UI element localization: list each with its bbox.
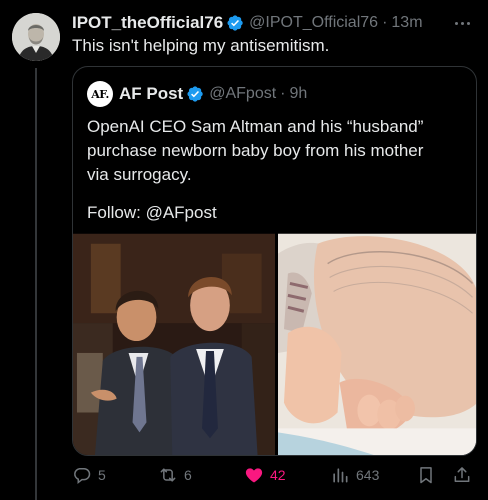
repost-icon [160,468,176,482]
quote-avatar[interactable]: AF. [87,81,113,107]
share-button[interactable] [452,462,472,488]
tweet-text: This isn't helping my antisemitism. [72,36,330,55]
quoted-tweet[interactable]: AF. AF Post @AFpost · 9h OpenAI CEO Sam … [72,66,477,456]
quote-header: AF. AF Post @AFpost · 9h [87,81,307,107]
bookmark-icon [420,467,432,484]
avatar-portrait [12,13,60,61]
tweet-header: IPOT_theOfficial76 @IPOT_Official76 · 13… [72,12,478,34]
photo-two-men[interactable] [73,233,276,456]
repost-count: 6 [184,467,192,483]
quote-author-name[interactable]: AF Post [119,84,183,104]
quote-timestamp[interactable]: 9h [290,85,308,103]
share-icon [454,467,470,482]
verified-badge-icon [227,15,243,31]
author-handle[interactable]: @IPOT_Official76 [249,14,378,32]
quote-text-line: via surrogacy. [87,165,192,184]
views-icon [333,468,348,483]
verified-badge-icon [187,86,203,102]
timestamp[interactable]: 13m [391,14,422,32]
reply-button[interactable]: 5 [72,462,106,488]
like-button[interactable]: 42 [244,462,286,488]
photo-newborn-baby[interactable] [278,233,477,456]
quote-text-line: OpenAI CEO Sam Altman and his “husband” [87,117,424,136]
author-name[interactable]: IPOT_theOfficial76 [72,13,223,33]
action-bar: 5 6 42 643 [72,462,478,488]
avatar[interactable] [12,13,60,61]
quote-media[interactable] [73,233,477,456]
separator-dot: · [382,14,388,31]
quote-author-handle[interactable]: @AFpost [209,85,276,103]
quote-text-line: purchase newborn baby boy from his mothe… [87,141,424,160]
more-icon[interactable] [452,13,472,33]
quote-text: OpenAI CEO Sam Altman and his “husband” … [87,115,467,187]
quote-follow-text: Follow: @AFpost [87,203,217,222]
repost-button[interactable]: 6 [158,462,192,488]
separator-dot: · [280,85,286,102]
thread-line [35,68,37,500]
reply-icon [74,468,91,485]
like-count: 42 [270,467,286,483]
reply-count: 5 [98,467,106,483]
heart-icon [245,468,263,483]
view-count: 643 [356,467,380,483]
views-button[interactable]: 643 [330,462,379,488]
bookmark-button[interactable] [416,462,436,488]
